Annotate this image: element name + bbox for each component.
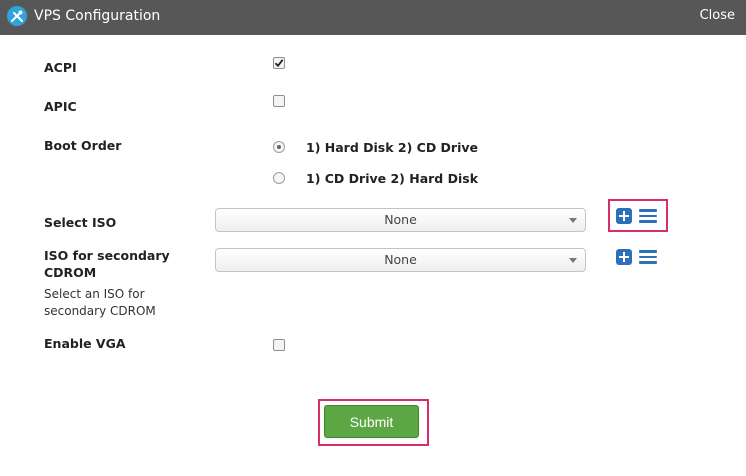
plus-square-icon[interactable] — [616, 208, 632, 224]
enable-vga-label: Enable VGA — [44, 336, 126, 351]
close-button[interactable]: Close — [700, 8, 735, 23]
boot-order-radio-harddisk-first[interactable] — [273, 141, 285, 153]
secondary-iso-dropdown[interactable]: None — [215, 248, 586, 272]
secondary-iso-label-line2: CDROM — [44, 265, 97, 280]
boot-order-option-label: 1) Hard Disk 2) CD Drive — [306, 140, 479, 155]
boot-order-option-label: 1) CD Drive 2) Hard Disk — [306, 171, 479, 186]
boot-order-label: Boot Order — [44, 138, 122, 153]
checkmark-icon — [274, 59, 284, 68]
boot-order-radio-cd-first[interactable] — [273, 172, 285, 184]
secondary-iso-value: None — [384, 252, 417, 267]
chevron-down-icon — [569, 258, 577, 263]
tools-icon — [7, 6, 27, 26]
title-bar: VPS Configuration Close — [0, 0, 746, 35]
apic-label: APIC — [44, 99, 77, 114]
secondary-iso-label: ISO for secondary — [44, 248, 170, 263]
list-icon[interactable] — [639, 250, 657, 264]
submit-button[interactable]: Submit — [324, 405, 419, 438]
acpi-label: ACPI — [44, 60, 77, 75]
chevron-down-icon — [569, 218, 577, 223]
secondary-iso-help-line2: secondary CDROM — [44, 304, 156, 318]
list-icon[interactable] — [639, 209, 657, 223]
enable-vga-checkbox[interactable] — [273, 339, 285, 351]
secondary-iso-help: Select an ISO for — [44, 287, 145, 301]
select-iso-dropdown[interactable]: None — [215, 208, 586, 232]
plus-square-icon[interactable] — [616, 249, 632, 265]
apic-checkbox[interactable] — [273, 95, 285, 107]
acpi-checkbox[interactable] — [273, 57, 285, 69]
select-iso-value: None — [384, 212, 417, 227]
window-title: VPS Configuration — [34, 8, 161, 24]
select-iso-label: Select ISO — [44, 215, 117, 230]
